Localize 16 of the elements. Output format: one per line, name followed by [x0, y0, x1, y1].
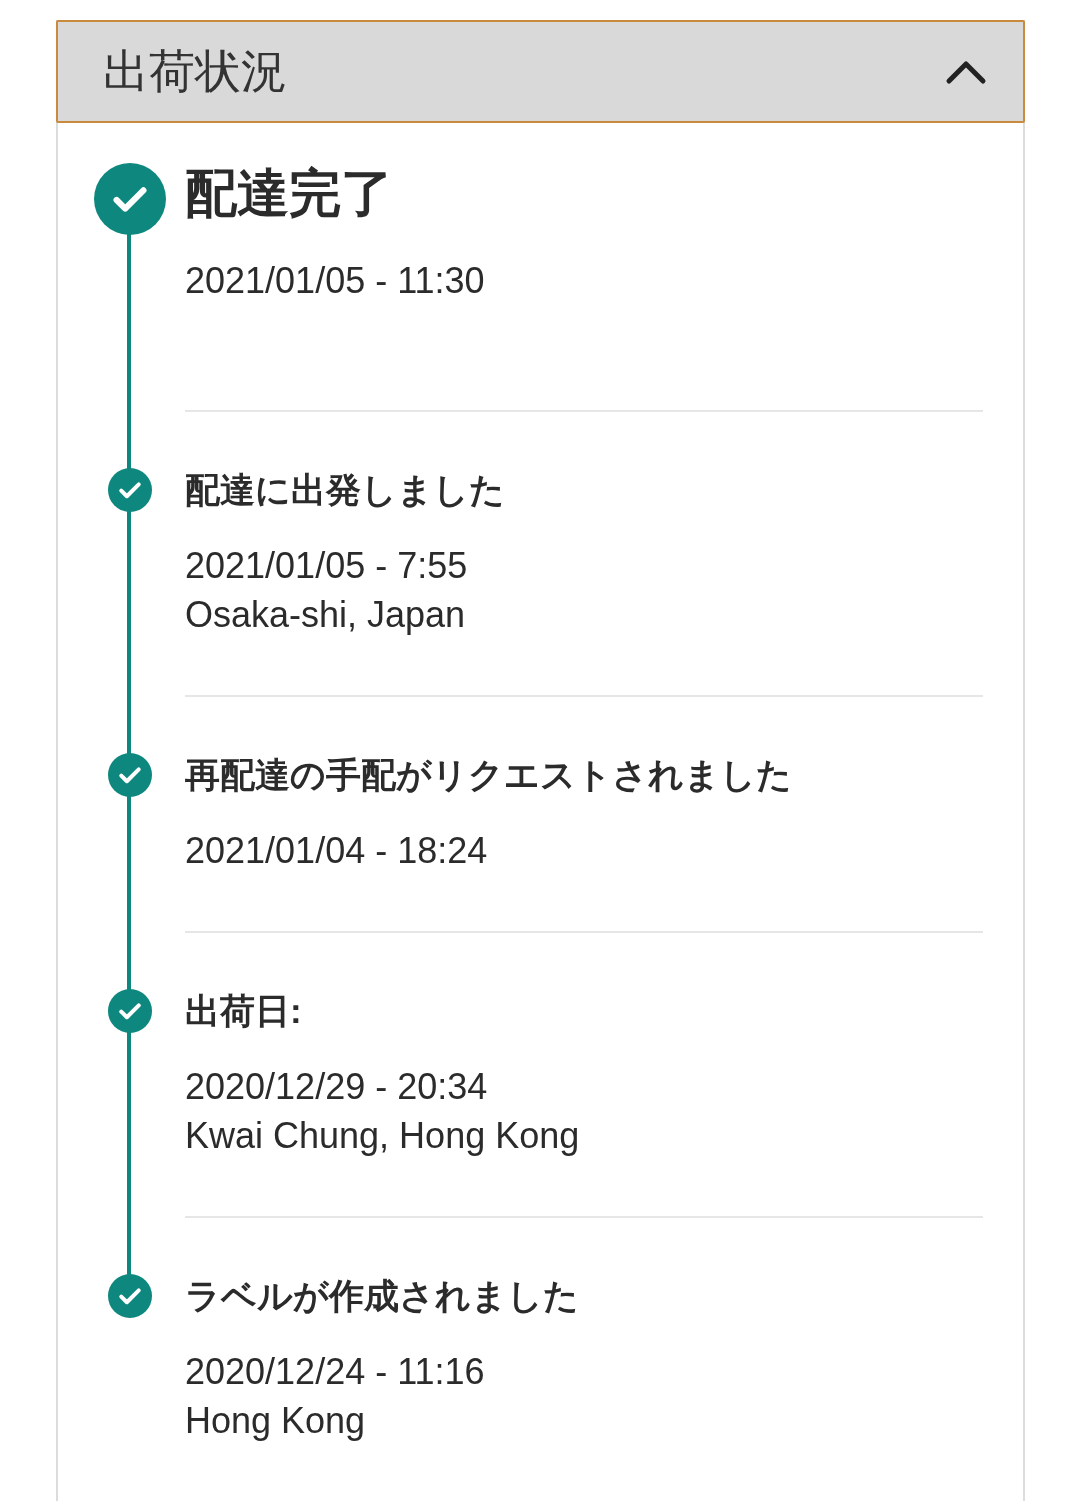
- event-time: 2021/01/04 - 18:24: [185, 829, 489, 873]
- event-location: Hong Kong: [185, 1399, 367, 1443]
- panel-title: 出荷状況: [103, 43, 287, 99]
- chevron-up-icon[interactable]: [945, 58, 987, 85]
- event-time: 2021/01/05 - 11:30: [185, 259, 486, 303]
- event-location: Osaka-shi, Japan: [185, 593, 467, 637]
- panel-header[interactable]: 出荷状況: [56, 20, 1025, 123]
- event-location: Kwai Chung, Hong Kong: [185, 1114, 581, 1158]
- event-title: ラベルが作成されました: [185, 1275, 580, 1317]
- event-time: 2020/12/24 - 11:16: [185, 1350, 486, 1394]
- event-time: 2020/12/29 - 20:34: [185, 1065, 489, 1109]
- event-title: 再配達の手配がリクエストされました: [185, 754, 793, 796]
- event-time: 2021/01/05 - 7:55: [185, 544, 469, 588]
- event-title: 配達完了: [185, 163, 394, 224]
- event-title: 配達に出発しました: [185, 469, 506, 511]
- event-title: 出荷日:: [185, 990, 303, 1032]
